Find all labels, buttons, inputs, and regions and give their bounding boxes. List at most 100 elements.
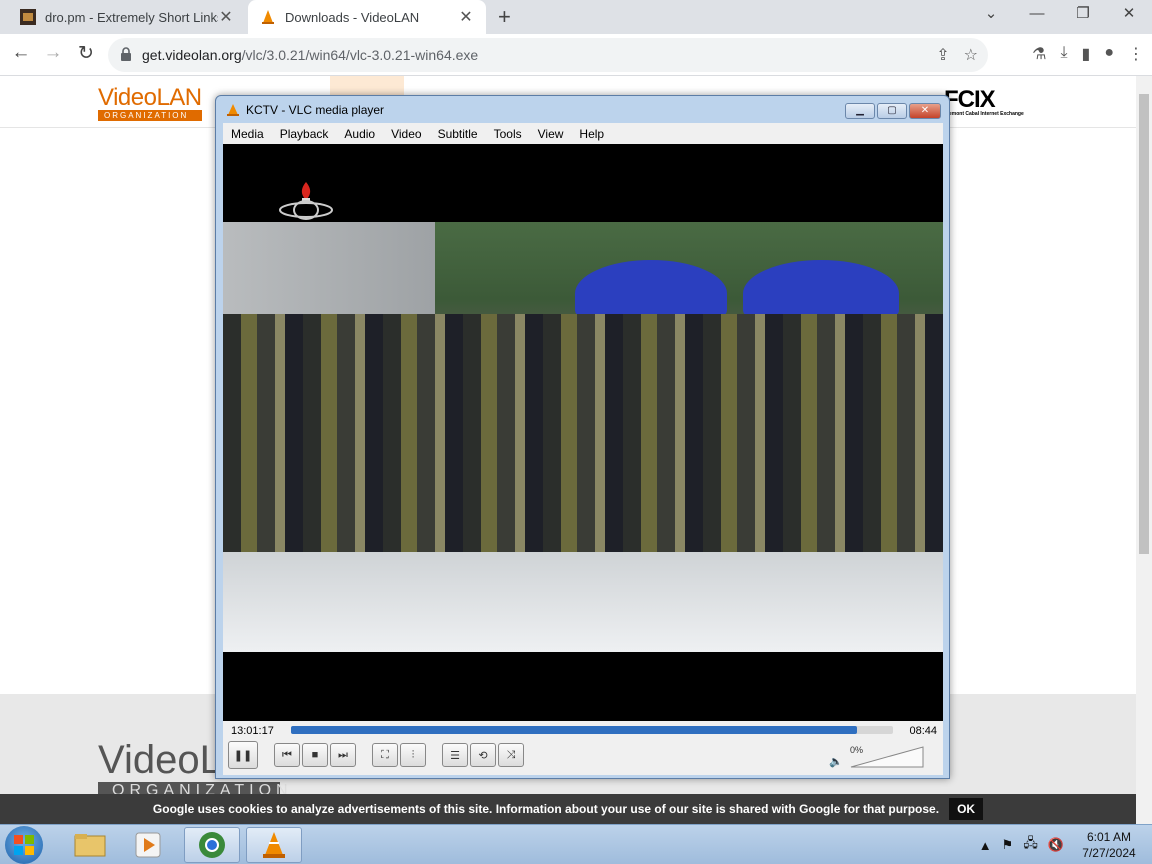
url-path: /vlc/3.0.21/win64/vlc-3.0.21-win64.exe xyxy=(241,47,479,63)
action-center-flag-icon[interactable]: ⚑ xyxy=(1002,837,1014,853)
pause-button[interactable]: ❚❚ xyxy=(228,741,258,769)
close-window-icon[interactable]: ✕ xyxy=(1106,0,1152,30)
remaining-time[interactable]: 08:44 xyxy=(909,725,937,737)
tab-downloads-videolan[interactable]: Downloads - VideoLAN ✕ xyxy=(248,0,486,34)
cookie-banner: Google uses cookies to analyze advertise… xyxy=(0,794,1136,824)
vlc-title: KCTV - VLC media player xyxy=(246,102,385,117)
tab-close-icon[interactable]: ✕ xyxy=(218,7,234,27)
taskbar: ▲ ⚑ 🖧 🔇 6:01 AM 7/27/2024 xyxy=(0,824,1152,864)
volume-muted-icon[interactable]: 🔇 xyxy=(1048,837,1064,853)
vlc-window[interactable]: KCTV - VLC media player ▁ ▢ ✕ Media Play… xyxy=(215,95,950,779)
extended-settings-button[interactable]: ⫶ xyxy=(400,743,426,767)
reload-icon[interactable]: ↻ xyxy=(73,42,99,65)
menu-help[interactable]: Help xyxy=(571,127,612,141)
next-icon: ⏭ xyxy=(338,748,348,761)
kctv-torch-logo-icon xyxy=(279,182,333,220)
browser-toolbar: ← → ↻ get.videolan.org/vlc/3.0.21/win64/… xyxy=(0,34,1152,76)
kebab-menu-icon[interactable]: ⋮ xyxy=(1128,44,1144,64)
logo-subtext: ORGANIZATION xyxy=(98,110,202,121)
taskbar-media-player[interactable] xyxy=(120,827,176,863)
loop-button[interactable]: ⟲ xyxy=(470,743,496,767)
page-scrollbar[interactable] xyxy=(1136,76,1152,824)
vlc-maximize-icon[interactable]: ▢ xyxy=(877,103,907,119)
playlist-button[interactable]: ☰ xyxy=(442,743,468,767)
taskbar-vlc[interactable] xyxy=(246,827,302,863)
tab-close-icon[interactable]: ✕ xyxy=(458,7,474,27)
window-controls: ⌄ — ❐ ✕ xyxy=(968,0,1152,30)
vlc-cone-favicon-icon xyxy=(262,10,274,24)
restore-icon[interactable]: ❐ xyxy=(1060,0,1106,30)
share-icon[interactable]: ⇪ xyxy=(936,45,949,65)
next-button[interactable]: ⏭ xyxy=(330,743,356,767)
bookmark-star-icon[interactable]: ☆ xyxy=(964,45,978,65)
stop-button[interactable]: ■ xyxy=(302,743,328,767)
speaker-icon[interactable]: 🔈 xyxy=(829,755,843,768)
menu-media[interactable]: Media xyxy=(223,127,272,141)
tab-dro-pm[interactable]: dro.pm - Extremely Short Links ✕ xyxy=(8,0,246,34)
clock-time: 6:01 AM xyxy=(1086,830,1132,844)
playback-buttons: ❚❚ ⏮ ■ ⏭ ⛶ ⫶ ☰ ⟲ ⤨ xyxy=(228,741,524,769)
playlist-icon: ☰ xyxy=(450,749,460,762)
network-icon[interactable]: 🖧 xyxy=(1023,834,1038,856)
address-bar[interactable]: get.videolan.org/vlc/3.0.21/win64/vlc-3.… xyxy=(108,38,988,72)
labs-flask-icon[interactable]: ⚗ xyxy=(1032,44,1046,64)
seek-bar-fill xyxy=(291,726,857,734)
taskbar-explorer[interactable] xyxy=(62,827,118,863)
previous-icon: ⏮ xyxy=(282,748,292,761)
new-tab-plus-icon[interactable]: + xyxy=(498,4,511,30)
forward-arrow-icon[interactable]: → xyxy=(40,42,66,64)
profile-avatar-icon[interactable]: ● xyxy=(1104,44,1114,64)
show-hidden-icons-icon[interactable]: ▲ xyxy=(979,838,992,853)
fullscreen-button[interactable]: ⛶ xyxy=(372,743,398,767)
menu-view[interactable]: View xyxy=(530,127,572,141)
equalizer-icon: ⫶ xyxy=(411,748,415,761)
clock-date: 7/27/2024 xyxy=(1082,846,1136,860)
vlc-close-icon[interactable]: ✕ xyxy=(909,103,941,119)
chrome-browser-icon xyxy=(199,832,225,858)
seek-bar[interactable] xyxy=(291,726,893,734)
sponsor-tagline: Fremont Cabal Internet Exchange xyxy=(944,111,1024,117)
vlc-minimize-icon[interactable]: ▁ xyxy=(845,103,875,119)
tab-strip: dro.pm - Extremely Short Links ✕ Downloa… xyxy=(0,0,1152,34)
start-button[interactable] xyxy=(5,826,43,864)
lock-icon xyxy=(121,47,131,61)
previous-button[interactable]: ⏮ xyxy=(274,743,300,767)
toolbar-right: ⚗ ⤓ ▮ ● ⋮ xyxy=(1032,44,1144,64)
dro-favicon-icon xyxy=(20,9,36,25)
omnibox-actions: ⇪ ☆ xyxy=(936,45,978,65)
folder-icon xyxy=(74,834,106,857)
menu-video[interactable]: Video xyxy=(383,127,429,141)
menu-playback[interactable]: Playback xyxy=(272,127,337,141)
scrollbar-thumb[interactable] xyxy=(1139,94,1149,554)
loop-icon: ⟲ xyxy=(478,749,488,762)
menu-audio[interactable]: Audio xyxy=(336,127,383,141)
vlc-titlebar[interactable]: KCTV - VLC media player ▁ ▢ ✕ xyxy=(216,96,949,123)
menu-subtitle[interactable]: Subtitle xyxy=(430,127,486,141)
minimize-icon[interactable]: — xyxy=(1014,0,1060,30)
menu-tools[interactable]: Tools xyxy=(486,127,530,141)
back-arrow-icon[interactable]: ← xyxy=(8,42,34,64)
videolan-logo[interactable]: VideoLAN ORGANIZATION xyxy=(98,84,202,121)
video-area[interactable] xyxy=(223,144,943,721)
pause-icon: ❚❚ xyxy=(233,749,253,762)
windows-logo-icon xyxy=(14,835,34,855)
shuffle-button[interactable]: ⤨ xyxy=(498,743,524,767)
cookie-text: Google uses cookies to analyze advertise… xyxy=(152,802,940,816)
volume-slider[interactable] xyxy=(847,745,927,769)
sponsor-logo[interactable]: FCIX Fremont Cabal Internet Exchange xyxy=(944,86,1024,117)
side-panel-icon[interactable]: ▮ xyxy=(1082,44,1091,64)
tab-search-chevron-icon[interactable]: ⌄ xyxy=(968,0,1014,30)
vlc-window-buttons: ▁ ▢ ✕ xyxy=(845,103,941,119)
taskbar-chrome[interactable] xyxy=(184,827,240,863)
cookie-ok-button[interactable]: OK xyxy=(949,798,984,820)
clock[interactable]: 6:01 AM 7/27/2024 xyxy=(1074,829,1144,861)
crowd xyxy=(223,314,943,564)
logo-text: VideoLAN xyxy=(98,84,202,111)
nav-highlight xyxy=(330,76,404,96)
blue-tent xyxy=(575,260,727,316)
elapsed-time[interactable]: 13:01:17 xyxy=(231,725,274,737)
url-host: get.videolan.org xyxy=(142,47,242,63)
vlc-menubar: Media Playback Audio Video Subtitle Tool… xyxy=(223,123,943,144)
download-icon[interactable]: ⤓ xyxy=(1060,44,1067,64)
media-player-icon xyxy=(135,832,161,858)
